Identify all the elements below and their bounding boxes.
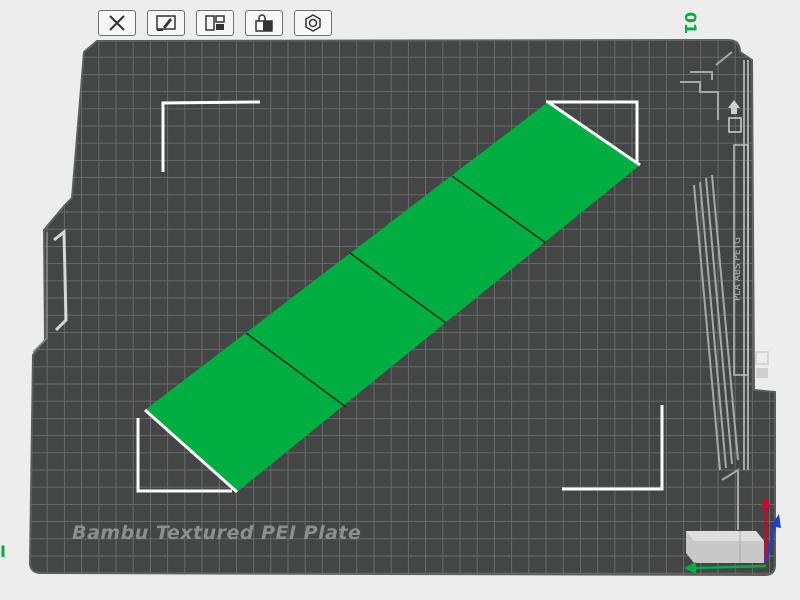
plate-side-icon: [756, 368, 768, 378]
plate-name-label: Bambu Textured PEI Plate: [72, 522, 362, 544]
build-plate-viewport[interactable]: [0, 0, 800, 600]
plate-side-icon: [755, 351, 769, 365]
plate-filament-label: PLA ABS PETG: [733, 237, 743, 301]
view-orientation-cube[interactable]: [686, 531, 764, 563]
